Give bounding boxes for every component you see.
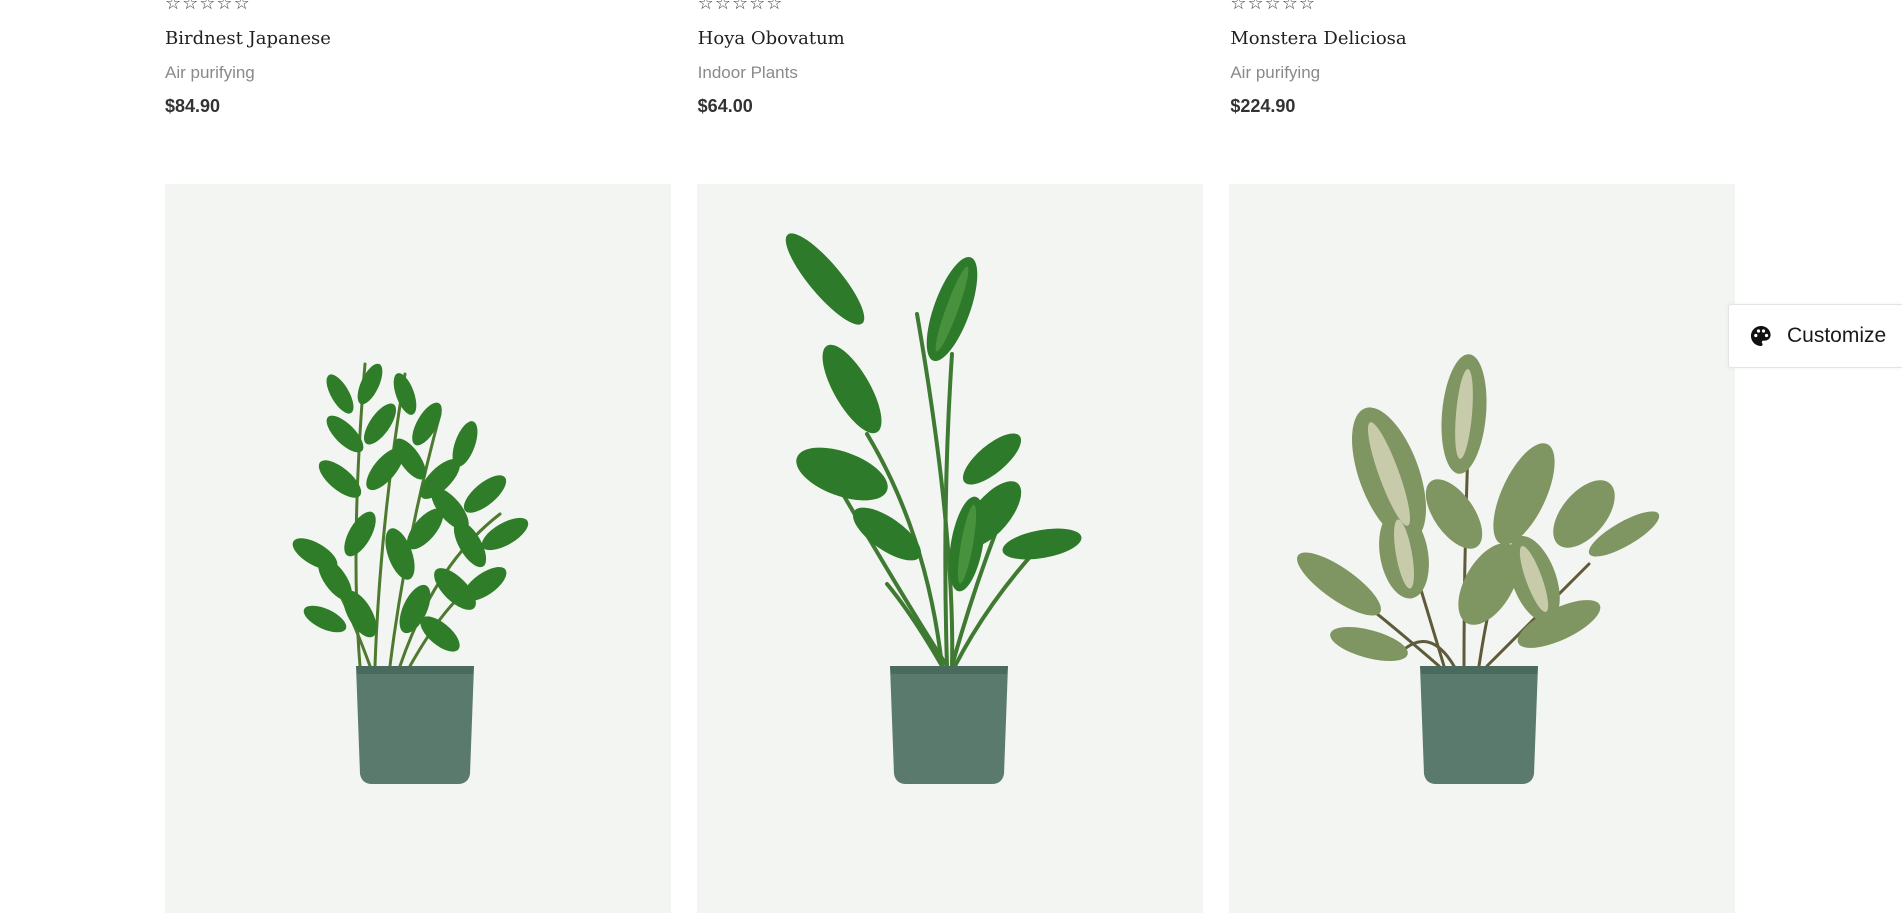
product-card-info: ☆ ☆ ☆ ☆ ☆ Monstera Deliciosa Air purifyi…: [1230, 0, 1737, 117]
star-outline-icon: ☆: [749, 0, 765, 14]
star-outline-icon: ☆: [1264, 0, 1281, 14]
star-outline-icon: ☆: [766, 0, 782, 14]
rating-stars: ☆ ☆ ☆ ☆ ☆: [1230, 0, 1737, 14]
star-outline-icon: ☆: [731, 0, 748, 14]
customize-label: Customize: [1787, 324, 1887, 347]
product-card-info: ☆ ☆ ☆ ☆ ☆ Hoya Obovatum Indoor Plants $6…: [698, 0, 1205, 117]
product-image-bird-of-paradise[interactable]: [697, 184, 1203, 913]
product-image-row: [165, 184, 1735, 913]
product-price: $224.90: [1230, 96, 1296, 116]
product-name-link[interactable]: Birdnest Japanese: [165, 28, 672, 50]
product-category: Air purifying: [1230, 63, 1321, 82]
star-outline-icon: ☆: [1230, 0, 1246, 14]
star-outline-icon: ☆: [182, 0, 198, 14]
palette-icon: [1751, 326, 1771, 346]
product-image-rubber-plant[interactable]: [1229, 184, 1735, 913]
product-category: Indoor Plants: [697, 63, 798, 82]
product-grid-page: ☆ ☆ ☆ ☆ ☆ Birdnest Japanese Air purifyin…: [0, 0, 1902, 913]
rating-stars: ☆ ☆ ☆ ☆ ☆: [697, 0, 1205, 14]
customize-button[interactable]: Customize: [1728, 304, 1902, 368]
product-card-info: ☆ ☆ ☆ ☆ ☆ Birdnest Japanese Air purifyin…: [165, 0, 672, 117]
product-category: Air purifying: [165, 63, 255, 82]
product-image-zz-plant[interactable]: [165, 184, 671, 913]
product-name-link[interactable]: Hoya Obovatum: [698, 28, 1205, 50]
star-outline-icon: ☆: [1247, 0, 1263, 14]
rubber-plant-illustration: [1297, 354, 1660, 784]
product-price: $64.00: [697, 96, 753, 116]
bird-of-paradise-illustration: [785, 233, 1082, 784]
star-outline-icon: ☆: [714, 0, 731, 14]
product-price: $84.90: [165, 96, 221, 116]
zz-plant-illustration: [292, 362, 529, 784]
star-outline-icon: ☆: [1281, 0, 1298, 14]
product-name-link[interactable]: Monstera Deliciosa: [1230, 28, 1737, 50]
product-info-row: ☆ ☆ ☆ ☆ ☆ Birdnest Japanese Air purifyin…: [165, 0, 1737, 117]
star-outline-icon: ☆: [697, 0, 714, 14]
star-outline-icon: ☆: [1298, 0, 1315, 14]
rating-stars: ☆ ☆ ☆ ☆ ☆: [165, 0, 672, 14]
star-outline-icon: ☆: [165, 0, 181, 14]
star-outline-icon: ☆: [233, 0, 250, 14]
star-outline-icon: ☆: [216, 0, 232, 14]
star-outline-icon: ☆: [199, 0, 215, 14]
